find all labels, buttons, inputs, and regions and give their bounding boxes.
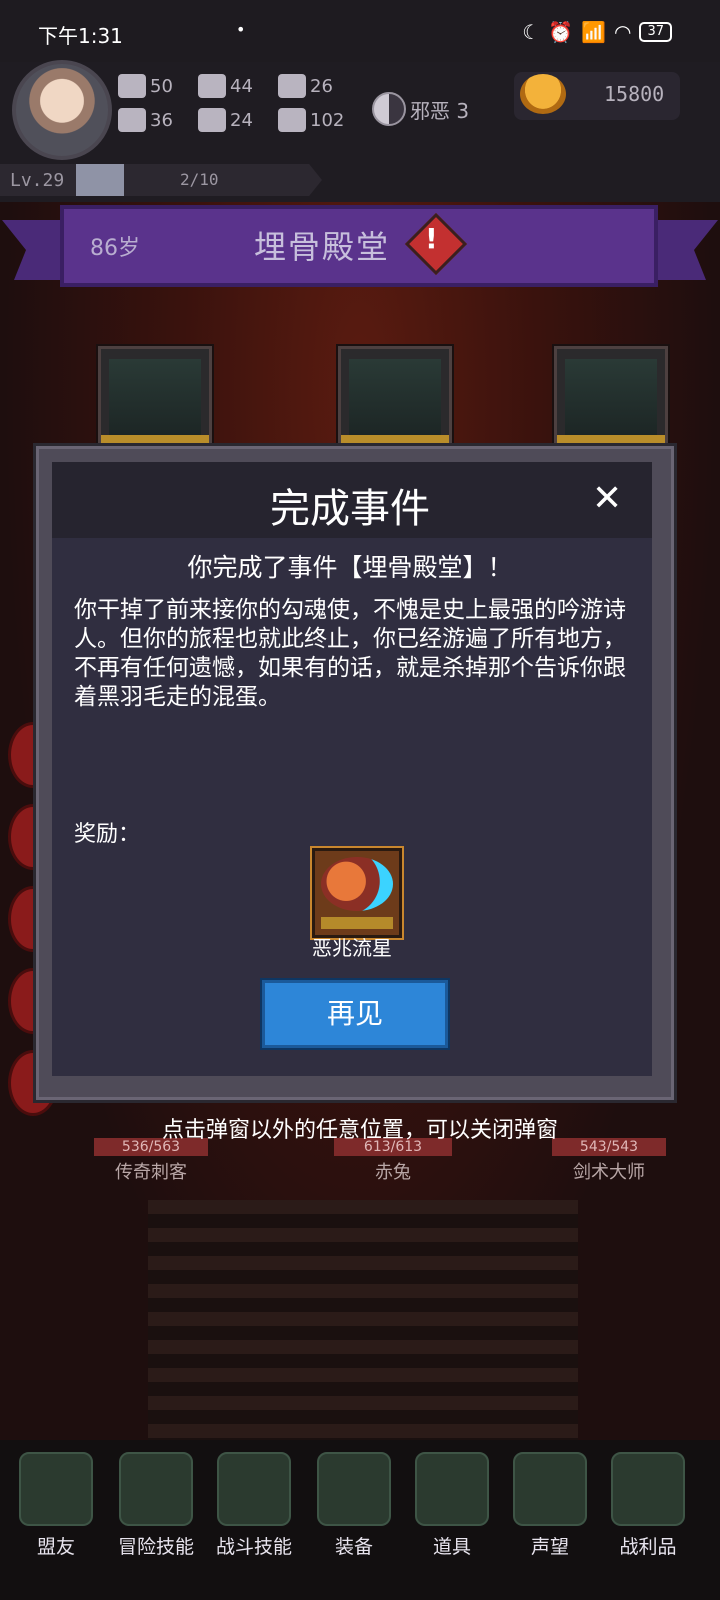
treasure-chest-icon — [611, 1452, 685, 1526]
level-label: Lv.29 — [10, 170, 65, 191]
boot-icon — [198, 74, 226, 98]
location-title: 埋骨殿堂 — [254, 228, 391, 266]
reward-item-name: 恶兆流星 — [312, 936, 392, 960]
alarm-icon: ⏰ — [548, 20, 574, 44]
dock-reputation[interactable]: 声望 — [510, 1452, 590, 1559]
crossed-swords-icon — [317, 1452, 391, 1526]
goodbye-button[interactable]: 再见 — [262, 980, 448, 1048]
gold-amount: 15800 — [604, 82, 665, 106]
yin-yang-icon — [372, 92, 406, 126]
stat-magic: 26 — [278, 74, 358, 98]
enemy-card[interactable] — [554, 346, 668, 452]
backpack-icon — [217, 1452, 291, 1526]
book-icon — [119, 1452, 193, 1526]
clock: 下午1:31 — [38, 24, 123, 48]
stat-luck: 36 — [118, 108, 198, 132]
stat-agility: 44 — [198, 74, 278, 98]
signal-icon: 📶 — [581, 20, 606, 44]
gold-coin-icon — [520, 74, 566, 114]
notification-dot: • — [236, 20, 246, 39]
stat-strength: 50 — [118, 74, 198, 98]
reaper-art — [349, 359, 441, 439]
level-progress-text: 2/10 — [180, 170, 219, 189]
fist-icon — [118, 74, 146, 98]
alignment: 邪恶 3 — [372, 92, 469, 126]
wizard-hat-icon — [278, 74, 306, 98]
handshake-icon — [19, 1452, 93, 1526]
stat-spirit: 102 — [278, 108, 358, 132]
dock-adventure-skills[interactable]: 冒险技能 — [116, 1452, 196, 1559]
reaper-art — [109, 359, 201, 439]
moon-icon: ☾ — [522, 20, 541, 44]
stairs-art — [148, 1200, 578, 1440]
stat-defense: 24 — [198, 108, 278, 132]
dock-loot[interactable]: 战利品 — [608, 1452, 688, 1559]
unit-name: 传奇刺客 — [115, 1162, 187, 1183]
enemy-card[interactable] — [98, 346, 212, 452]
player-age: 86岁 — [90, 236, 140, 261]
unit-name: 赤兔 — [375, 1162, 411, 1183]
modal-subtitle: 你完成了事件【埋骨殿堂】！ — [187, 553, 513, 582]
reward-item[interactable] — [312, 848, 402, 938]
wifi-icon: ◠ — [614, 20, 632, 44]
level-progress-fill — [76, 164, 124, 196]
reward-label: 奖励： — [74, 822, 141, 847]
warning-mark: ! — [425, 222, 438, 255]
player-stats: 50 44 26 36 24 102 — [118, 74, 358, 132]
dock-equipment[interactable]: 装备 — [314, 1452, 394, 1559]
status-icons: ☾ ⏰ 📶 ◠ 37 — [522, 20, 672, 44]
clover-icon — [118, 108, 146, 132]
star-rating — [321, 917, 393, 929]
dock-items[interactable]: 道具 — [412, 1452, 492, 1559]
reaper-art — [565, 359, 657, 439]
close-icon[interactable]: ✕ — [592, 478, 622, 519]
battery-icon: 37 — [639, 22, 672, 42]
enemy-card[interactable] — [338, 346, 452, 452]
leaf-icon — [278, 108, 306, 132]
armor-icon — [198, 108, 226, 132]
dock-combat-skills[interactable]: 战斗技能 — [214, 1452, 294, 1559]
unit-name: 剑术大师 — [573, 1162, 645, 1183]
scroll-icon — [513, 1452, 587, 1526]
dismiss-hint: 点击弹窗以外的任意位置，可以关闭弹窗 — [161, 1118, 558, 1143]
meteor-icon — [321, 857, 393, 911]
pouch-icon — [415, 1452, 489, 1526]
avatar[interactable] — [12, 60, 112, 160]
modal-body-text: 你干掉了前来接你的勾魂使，不愧是史上最强的吟游诗人。但你的旅程也就此终止，你已经… — [74, 597, 626, 710]
dock-allies[interactable]: 盟友 — [16, 1452, 96, 1559]
status-bar: 下午1:31 • ☾ ⏰ 📶 ◠ 37 — [0, 0, 720, 62]
